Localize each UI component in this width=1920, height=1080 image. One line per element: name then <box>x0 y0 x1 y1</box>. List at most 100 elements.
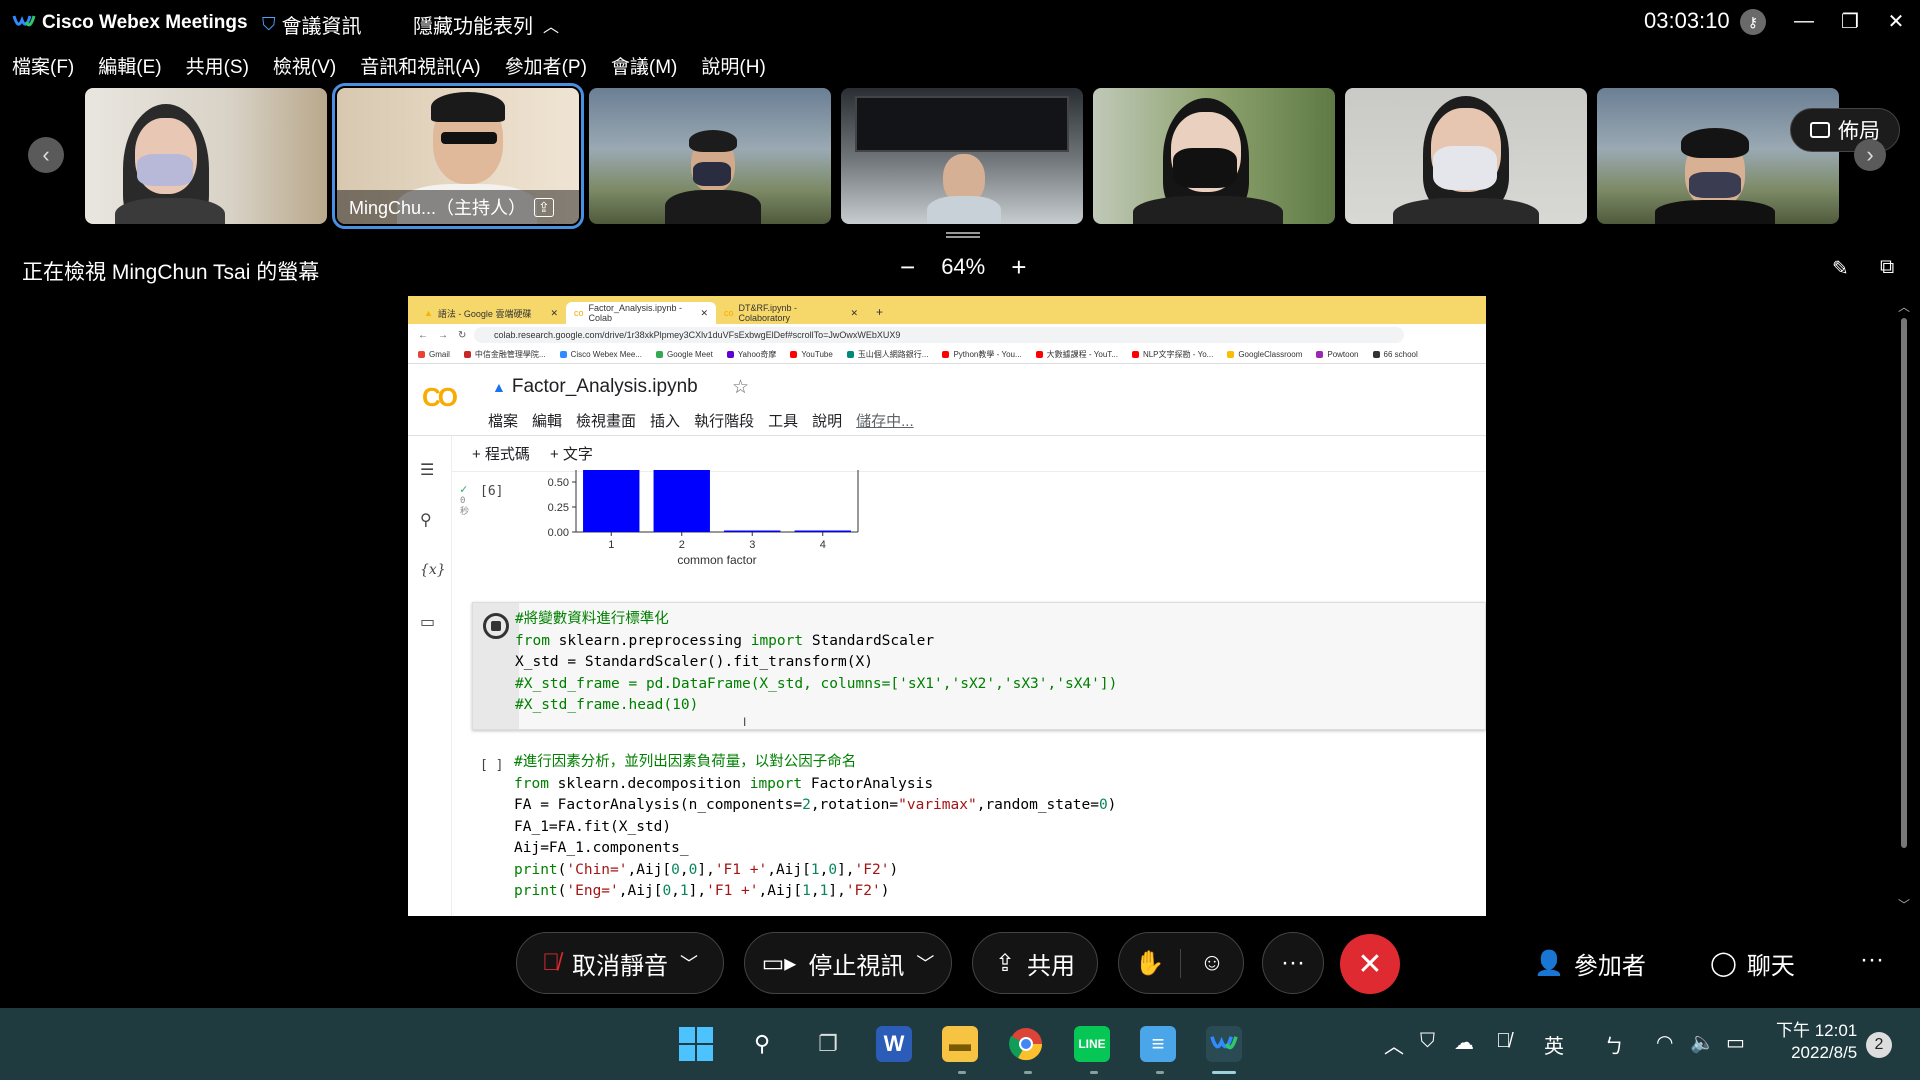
colab-logo[interactable]: CO <box>422 382 458 413</box>
zoom-in-button[interactable]: + <box>1011 254 1026 280</box>
browser-tab-drive[interactable]: ▲ 語法 - Google 雲端硬碟 ✕ <box>416 302 566 324</box>
raise-hand-icon[interactable]: ✋ <box>1119 948 1181 978</box>
colab-menu-insert[interactable]: 插入 <box>650 410 680 431</box>
scrollbar-thumb[interactable] <box>1901 318 1907 848</box>
url-field[interactable]: colab.research.google.com/drive/1r38xkPl… <box>474 327 1404 343</box>
thumbnail-next-button[interactable]: › <box>1854 139 1886 171</box>
show-hidden-icons[interactable]: ︿ <box>1384 1030 1404 1059</box>
back-icon[interactable]: ← <box>418 330 428 341</box>
remote-control-icon[interactable]: ⧉ <box>1880 256 1894 279</box>
bookmark-gmail[interactable]: Gmail <box>418 350 450 359</box>
chevron-down-icon[interactable]: ﹀ <box>680 950 698 976</box>
bookmark-66school[interactable]: 66 school <box>1372 350 1418 359</box>
bookmark-powtoon[interactable]: Powtoon <box>1316 350 1359 359</box>
annotate-icon[interactable]: ✎ <box>1832 256 1849 281</box>
participant-video-host[interactable]: MingChu...（主持人） ⇪ <box>332 83 584 229</box>
mic-muted-tray-icon[interactable]: 🎙̸ <box>1496 1030 1511 1053</box>
reload-icon[interactable]: ↻ <box>458 330 466 341</box>
bookmark-youtube[interactable]: YouTube <box>790 350 833 359</box>
menu-file[interactable]: 檔案(F) <box>12 52 74 80</box>
participant-video-4[interactable] <box>841 88 1083 224</box>
stop-execution-icon[interactable] <box>483 613 509 639</box>
hide-menu-bar-button[interactable]: 隱藏功能表列 ︿ <box>413 10 559 39</box>
colab-menu-runtime[interactable]: 執行階段 <box>694 410 754 431</box>
participant-video-6[interactable] <box>1345 88 1587 224</box>
zoom-out-button[interactable]: − <box>900 254 915 280</box>
volume-icon[interactable]: 🔈 <box>1690 1030 1715 1055</box>
colab-menu-file[interactable]: 檔案 <box>488 410 518 431</box>
bookmark-yahoo[interactable]: Yahoo奇摩 <box>726 349 776 360</box>
share-button[interactable]: ⇪ 共用 <box>972 932 1098 994</box>
bookmark-bigdata[interactable]: 大數據課程 - YouT... <box>1035 349 1118 360</box>
bookmark-meet[interactable]: Google Meet <box>656 350 713 359</box>
word-app-icon[interactable]: W <box>876 1026 912 1062</box>
onedrive-icon[interactable]: ☁ <box>1454 1030 1474 1055</box>
webex-app-icon[interactable] <box>1206 1026 1242 1062</box>
new-tab-button[interactable]: + <box>876 305 883 319</box>
bookmark-ctbc[interactable]: 中信金融管理學院... <box>463 349 546 360</box>
meeting-info-button[interactable]: ⛉ 會議資訊 <box>262 10 362 39</box>
notification-badge[interactable]: 2 <box>1866 1032 1892 1058</box>
add-text-button[interactable]: + 文字 <box>550 443 593 464</box>
scroll-up-icon[interactable]: ︿ <box>1898 298 1910 315</box>
code-cell-standardize[interactable]: #將變數資料進行標準化 from sklearn.preprocessing i… <box>472 602 1486 730</box>
notepad-app-icon[interactable]: ≡ <box>1140 1026 1176 1062</box>
more-panels-button[interactable]: ··· <box>1860 946 1884 974</box>
stop-video-button[interactable]: ▭▸ 停止視訊 ﹀ <box>744 932 952 994</box>
menu-view[interactable]: 檢視(V) <box>273 52 336 80</box>
bookmark-webex[interactable]: Cisco Webex Mee... <box>559 350 642 359</box>
add-code-button[interactable]: + 程式碼 <box>472 443 530 464</box>
taskbar-search-icon[interactable]: ⚲ <box>744 1026 780 1062</box>
code-editor-1[interactable]: #將變數資料進行標準化 from sklearn.preprocessing i… <box>515 609 1117 717</box>
menu-audio-video[interactable]: 音訊和視訊(A) <box>360 52 480 80</box>
menu-help[interactable]: 說明(H) <box>701 52 765 80</box>
layout-button[interactable]: 佈局 <box>1790 108 1900 152</box>
wifi-icon[interactable]: ◠ <box>1656 1030 1673 1055</box>
restore-button[interactable]: ❐ <box>1832 6 1868 36</box>
browser-tab-factor[interactable]: co Factor_Analysis.ipynb - Colab ✕ <box>566 302 716 324</box>
start-button[interactable] <box>678 1026 714 1062</box>
shared-screen-scrollbar[interactable]: ︿ ﹀ <box>1896 300 1912 916</box>
minimize-button[interactable]: — <box>1786 6 1822 36</box>
close-button[interactable]: ✕ <box>1878 6 1914 36</box>
forward-icon[interactable]: → <box>438 330 448 341</box>
key-icon[interactable]: ⚷ <box>1740 9 1766 35</box>
system-clock[interactable]: 下午 12:01 2022/8/5 <box>1776 1020 1857 1064</box>
tab-close-icon[interactable]: ✕ <box>700 308 708 319</box>
bookmark-nlp[interactable]: NLP文字探勘 - Yo... <box>1131 349 1213 360</box>
chrome-app-icon[interactable] <box>1008 1026 1044 1062</box>
variables-icon[interactable]: {x} <box>420 562 446 578</box>
colab-menu-edit[interactable]: 編輯 <box>532 410 562 431</box>
notebook-title[interactable]: ▲ Factor_Analysis.ipynb <box>492 376 698 398</box>
code-editor-2[interactable]: #進行因素分析，並列出因素負荷量，以對公因子命名 from sklearn.de… <box>514 752 1116 903</box>
tab-close-icon[interactable]: ✕ <box>550 308 558 319</box>
security-icon[interactable]: ⛉ <box>1420 1030 1435 1053</box>
scroll-down-icon[interactable]: ﹀ <box>1898 896 1910 913</box>
participant-video-7[interactable] <box>1597 88 1839 224</box>
battery-icon[interactable]: ▭ <box>1726 1030 1745 1055</box>
participant-video-3[interactable] <box>589 88 831 224</box>
tab-close-icon[interactable]: ✕ <box>850 308 858 319</box>
menu-share[interactable]: 共用(S) <box>186 52 249 80</box>
folder-icon[interactable]: ▭ <box>420 612 435 632</box>
emoji-reaction-icon[interactable]: ☺ <box>1181 949 1243 977</box>
colab-menu-view[interactable]: 檢視畫面 <box>576 410 636 431</box>
menu-meeting[interactable]: 會議(M) <box>611 52 677 80</box>
bookmark-esun[interactable]: 玉山個人網路銀行... <box>846 349 928 360</box>
line-app-icon[interactable]: LINE <box>1074 1026 1110 1062</box>
chevron-down-icon[interactable]: ﹀ <box>916 950 934 976</box>
cell-run-button[interactable]: [ ] <box>480 758 503 773</box>
colab-menu-tools[interactable]: 工具 <box>768 410 798 431</box>
ime-mode[interactable]: 英 <box>1544 1030 1564 1059</box>
participant-video-5[interactable] <box>1093 88 1335 224</box>
search-icon[interactable]: ⚲ <box>420 510 432 530</box>
browser-tab-dtrf[interactable]: co DT&RF.ipynb - Colaboratory ✕ <box>716 302 866 324</box>
participants-button[interactable]: 👤 參加者 <box>1534 946 1646 981</box>
chat-button[interactable]: ◯ 聊天 <box>1710 946 1795 981</box>
more-options-button[interactable]: ··· <box>1262 932 1324 994</box>
file-explorer-icon[interactable]: ▬ <box>942 1026 978 1062</box>
participant-video-1[interactable] <box>85 88 327 224</box>
unmute-button[interactable]: 🎙̸ 取消靜音 ﹀ <box>516 932 724 994</box>
star-icon[interactable]: ☆ <box>732 376 749 399</box>
menu-edit[interactable]: 編輯(E) <box>98 52 161 80</box>
